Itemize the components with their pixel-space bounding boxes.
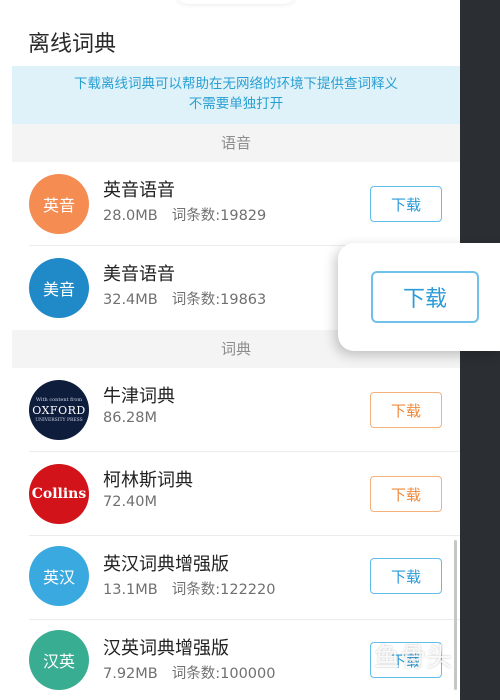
item-name: 牛津词典	[103, 386, 175, 407]
info-banner: 下载离线词典可以帮助在无网络的环境下提供查词释义 不需要单独打开	[12, 66, 460, 124]
section-header-voice: 语音	[12, 124, 460, 162]
item-name: 美音语音	[103, 264, 175, 285]
voice-badge-uk: 英音	[29, 174, 89, 234]
dict-badge-cn-en: 汉英	[29, 630, 89, 690]
info-banner-text: 下载离线词典可以帮助在无网络的环境下提供查词释义 不需要单独打开	[74, 76, 398, 112]
oxford-logo: With content from OXFORD UNIVERSITY PRES…	[29, 380, 89, 440]
item-meta: 32.4MB 词条数:19863	[103, 288, 266, 309]
item-meta: 86.28M	[103, 410, 157, 426]
download-button[interactable]: 下载	[370, 558, 442, 594]
item-size: 86.28M	[103, 410, 158, 426]
item-name: 汉英词典增强版	[103, 638, 229, 659]
item-entries: 词条数:100000	[171, 666, 276, 682]
download-button-zoomed[interactable]: 下载	[371, 271, 479, 323]
download-callout: 下载	[338, 243, 500, 351]
list-item: 英音 英音语音 28.0MB 词条数:19829 下载	[12, 162, 460, 246]
list-item: Collins 柯林斯词典 72.40M 下载	[12, 452, 460, 536]
download-button[interactable]: 下载	[370, 186, 442, 222]
download-button[interactable]: 下载	[370, 392, 442, 428]
page-title: 离线词典	[28, 32, 117, 57]
item-size: 7.92MB	[103, 666, 158, 682]
item-entries: 词条数:19829	[171, 208, 267, 224]
item-meta: 72.40M	[103, 494, 157, 510]
device-notch	[172, 0, 300, 4]
item-entries: 词条数:122220	[171, 582, 276, 598]
item-name: 英汉词典增强版	[103, 554, 229, 575]
item-name: 英音语音	[103, 180, 175, 201]
item-meta: 7.92MB 词条数:100000	[103, 662, 276, 683]
fish-icon	[326, 639, 368, 671]
list-item: 英汉 英汉词典增强版 13.1MB 词条数:122220 下载	[12, 536, 460, 620]
dict-badge-en-cn: 英汉	[29, 546, 89, 606]
watermark: 鱼骨头	[324, 620, 494, 690]
item-size: 32.4MB	[103, 292, 158, 308]
oxford-logo-bottom: UNIVERSITY PRESS	[35, 418, 83, 423]
item-meta: 28.0MB 词条数:19829	[103, 204, 266, 225]
oxford-logo-top: With content from	[35, 397, 83, 403]
item-size: 72.40M	[103, 494, 158, 510]
voice-badge-us: 美音	[29, 258, 89, 318]
list-item: With content from OXFORD UNIVERSITY PRES…	[12, 368, 460, 452]
item-name: 柯林斯词典	[103, 470, 193, 491]
item-entries: 词条数:19863	[171, 292, 267, 308]
item-size: 28.0MB	[103, 208, 158, 224]
download-button[interactable]: 下载	[370, 476, 442, 512]
item-size: 13.1MB	[103, 582, 158, 598]
watermark-text: 鱼骨头	[374, 642, 453, 673]
item-meta: 13.1MB 词条数:122220	[103, 578, 276, 599]
collins-logo: Collins	[29, 464, 89, 524]
oxford-logo-wordmark: OXFORD	[32, 404, 86, 417]
